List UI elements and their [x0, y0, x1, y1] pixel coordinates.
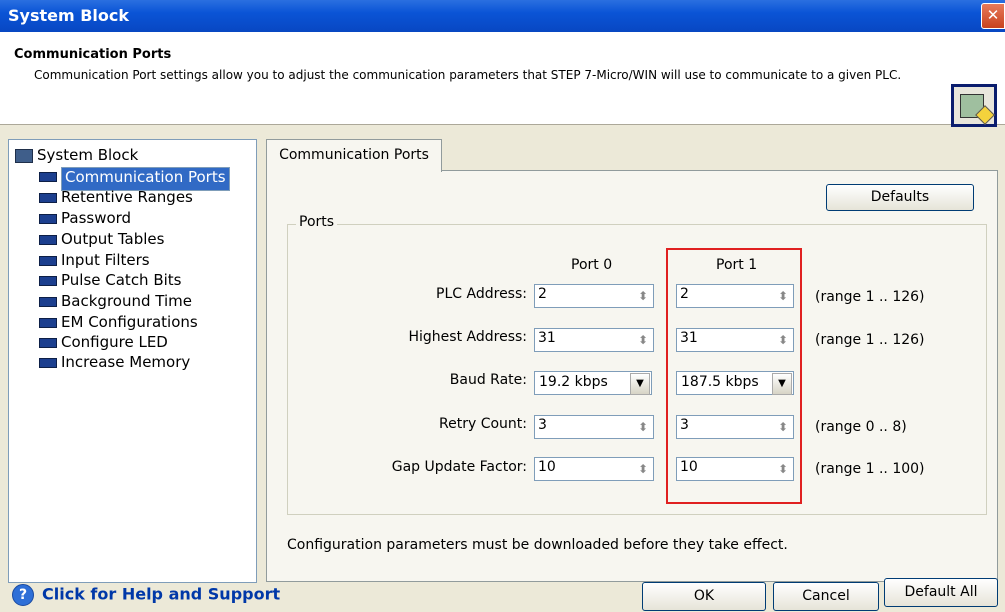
- tab-communication-ports[interactable]: Communication Ports: [266, 139, 442, 172]
- port0-gap-update-factor-field[interactable]: 10 ⬍: [534, 457, 654, 481]
- plc-address-range: (range 1 .. 126): [815, 289, 925, 305]
- module-icon: [39, 317, 57, 328]
- highest-address-range: (range 1 .. 126): [815, 332, 925, 348]
- title-bar: System Block ✕: [0, 0, 1005, 32]
- field-value: 2: [538, 286, 547, 302]
- tree-item-communication-ports[interactable]: Communication Ports: [39, 167, 230, 191]
- module-icon: [39, 275, 57, 286]
- tree-item-output-tables[interactable]: Output Tables: [39, 230, 164, 248]
- window-title: System Block: [8, 6, 130, 25]
- module-icon: [39, 171, 57, 182]
- tree-item-em-configurations[interactable]: EM Configurations: [39, 313, 198, 331]
- port0-baud-rate-select[interactable]: 19.2 kbps ▼: [534, 371, 652, 395]
- module-icon: [39, 255, 57, 266]
- module-icon: [39, 234, 57, 245]
- tree-item-label: Output Tables: [61, 230, 165, 248]
- module-icon: [39, 296, 57, 307]
- gap-update-factor-range: (range 1 .. 100): [815, 461, 925, 477]
- tree-item-label: Pulse Catch Bits: [61, 271, 182, 289]
- tree-item-retentive-ranges[interactable]: Retentive Ranges: [39, 188, 193, 206]
- defaults-button[interactable]: Defaults: [826, 184, 974, 211]
- tree-item-label: Increase Memory: [61, 353, 191, 371]
- select-value: 19.2 kbps: [539, 374, 608, 390]
- spin-arrows-icon[interactable]: ⬍: [635, 332, 651, 348]
- tree-item-label: Retentive Ranges: [61, 188, 193, 206]
- highest-address-label: Highest Address:: [408, 329, 528, 345]
- plc-address-label: PLC Address:: [436, 286, 527, 302]
- tree-item-background-time[interactable]: Background Time: [39, 292, 192, 310]
- system-block-tree[interactable]: System Block Communication Ports Retenti…: [8, 139, 257, 583]
- tree-item-label: Password: [61, 209, 132, 227]
- port0-highest-address-field[interactable]: 31 ⬍: [534, 328, 654, 352]
- system-block-icon: [15, 148, 33, 163]
- close-button[interactable]: ✕: [981, 3, 1005, 29]
- field-value: 31: [538, 330, 556, 346]
- tree-item-password[interactable]: Password: [39, 209, 131, 227]
- tree-item-label: Input Filters: [61, 251, 150, 269]
- port0-plc-address-field[interactable]: 2 ⬍: [534, 284, 654, 308]
- ports-legend: Ports: [296, 214, 338, 230]
- tree-item-input-filters[interactable]: Input Filters: [39, 251, 150, 269]
- port1-highlight-box: [666, 248, 802, 504]
- help-icon: ?: [12, 584, 34, 606]
- field-value: 10: [538, 459, 556, 475]
- port0-header: Port 0: [571, 257, 613, 273]
- help-support-link[interactable]: ? Click for Help and Support: [12, 584, 280, 606]
- spin-arrows-icon[interactable]: ⬍: [635, 461, 651, 477]
- tree-item-label: Configure LED: [61, 333, 168, 351]
- tree-item-label: EM Configurations: [61, 313, 198, 331]
- tree-item-configure-led[interactable]: Configure LED: [39, 333, 168, 351]
- ok-button[interactable]: OK: [642, 582, 766, 611]
- module-icon: [39, 192, 57, 203]
- module-icon: [39, 213, 57, 224]
- header-title: Communication Ports: [14, 47, 172, 62]
- help-link-label: Click for Help and Support: [42, 584, 281, 604]
- spin-arrows-icon[interactable]: ⬍: [635, 419, 651, 435]
- retry-count-label: Retry Count:: [439, 416, 527, 432]
- module-icon: [39, 337, 57, 348]
- default-all-button[interactable]: Default All: [884, 578, 998, 607]
- page-header: Communication Ports Communication Port s…: [0, 32, 1005, 127]
- plc-hand-icon: [951, 84, 997, 127]
- spin-arrows-icon[interactable]: ⬍: [635, 288, 651, 304]
- cancel-button[interactable]: Cancel: [773, 582, 879, 611]
- baud-rate-label: Baud Rate:: [449, 372, 527, 388]
- tree-item-pulse-catch-bits[interactable]: Pulse Catch Bits: [39, 271, 182, 289]
- tree-item-label: Background Time: [61, 292, 192, 310]
- module-icon: [39, 357, 57, 368]
- chevron-down-icon[interactable]: ▼: [630, 373, 650, 395]
- tree-item-increase-memory[interactable]: Increase Memory: [39, 353, 190, 371]
- gap-update-factor-label: Gap Update Factor:: [391, 459, 527, 475]
- retry-count-range: (range 0 .. 8): [815, 419, 907, 435]
- port0-retry-count-field[interactable]: 3 ⬍: [534, 415, 654, 439]
- header-description: Communication Port settings allow you to…: [34, 68, 902, 82]
- tree-root-label: System Block: [37, 146, 139, 164]
- tree-root[interactable]: System Block: [15, 146, 138, 164]
- download-note: Configuration parameters must be downloa…: [287, 537, 788, 553]
- field-value: 3: [538, 417, 547, 433]
